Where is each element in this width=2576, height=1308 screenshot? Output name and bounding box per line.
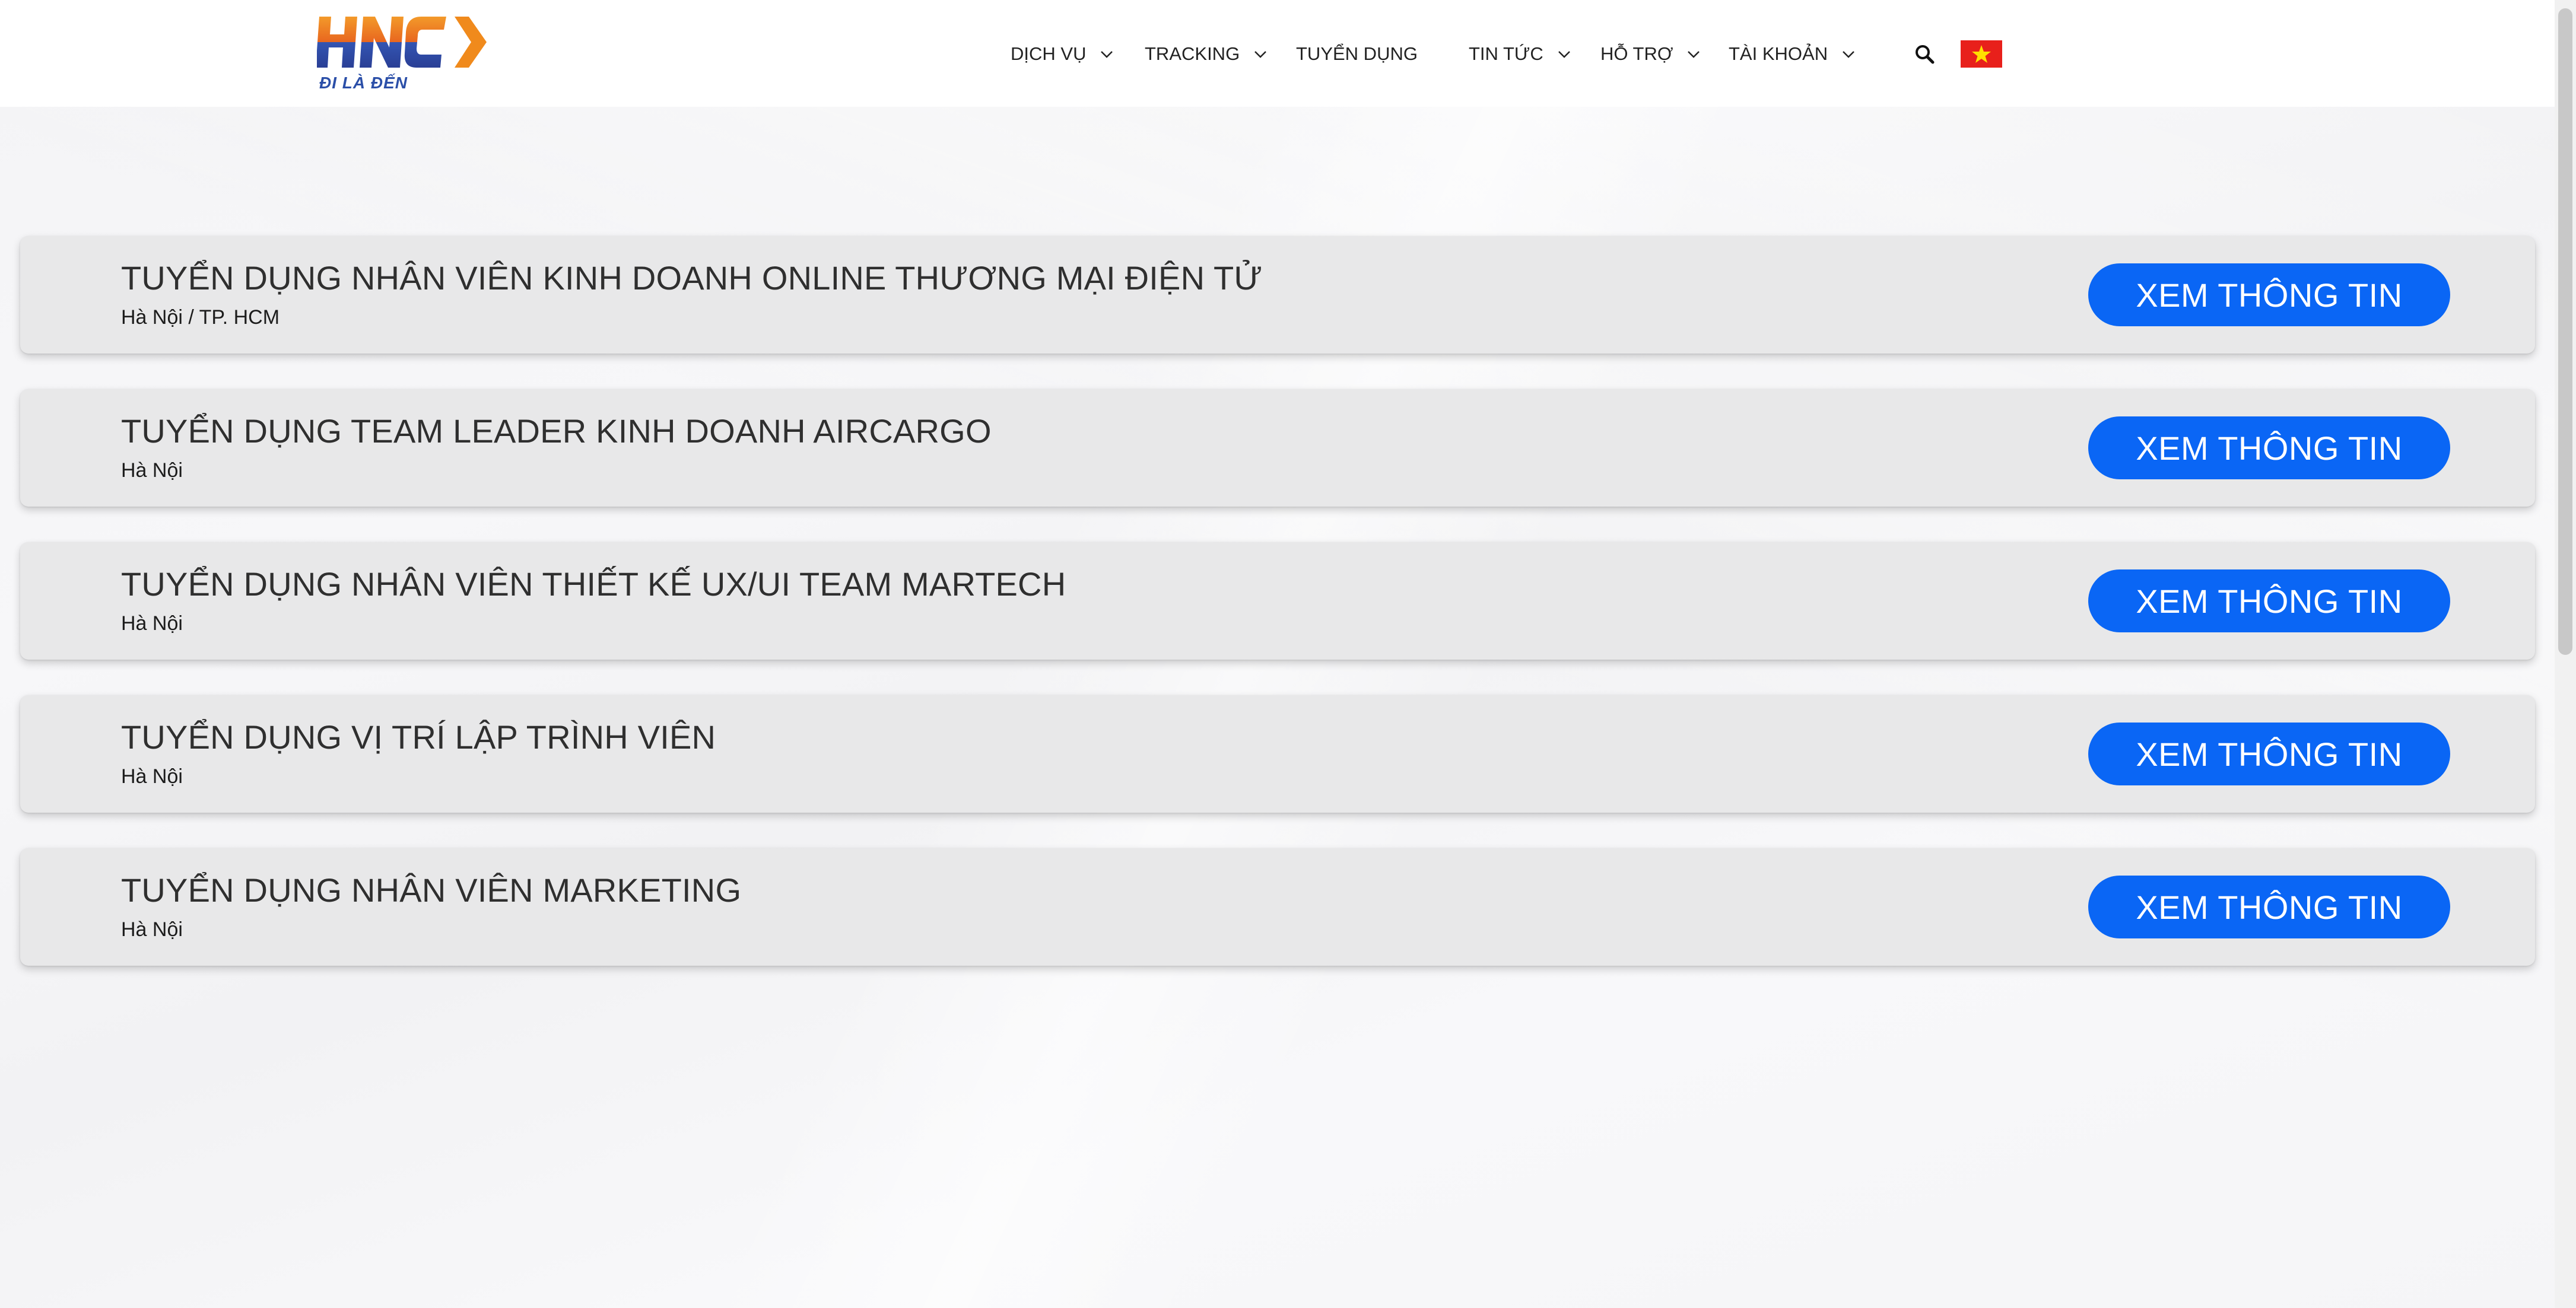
- nav-item-label: TÀI KHOẢN: [1729, 43, 1828, 64]
- search-button[interactable]: [1913, 43, 1936, 65]
- job-card: TUYỂN DỤNG NHÂN VIÊN MARKETING Hà Nội XE…: [20, 848, 2535, 966]
- chevron-down-icon: [1557, 46, 1572, 62]
- site-header: ĐI LÀ ĐẾN DỊCH VỤ TRACKING TUYỂN DỤNG TI…: [0, 0, 2555, 107]
- chevron-down-icon: [1841, 46, 1856, 62]
- job-location: Hà Nội / TP. HCM: [121, 306, 280, 329]
- job-card: TUYỂN DỤNG VỊ TRÍ LẬP TRÌNH VIÊN Hà Nội …: [20, 695, 2535, 813]
- job-location: Hà Nội: [121, 612, 183, 635]
- job-card: TUYỂN DỤNG TEAM LEADER KINH DOANH AIRCAR…: [20, 389, 2535, 507]
- view-job-button[interactable]: XEM THÔNG TIN: [2088, 569, 2450, 632]
- vertical-scrollbar[interactable]: [2555, 0, 2576, 1308]
- job-card: TUYỂN DỤNG NHÂN VIÊN THIẾT KẾ UX/UI TEAM…: [20, 542, 2535, 660]
- chevron-down-icon: [1099, 46, 1114, 62]
- job-location: Hà Nội: [121, 918, 183, 941]
- view-job-button[interactable]: XEM THÔNG TIN: [2088, 876, 2450, 938]
- job-location: Hà Nội: [121, 765, 183, 788]
- job-location: Hà Nội: [121, 459, 183, 482]
- job-title[interactable]: TUYỂN DỤNG NHÂN VIÊN THIẾT KẾ UX/UI TEAM…: [121, 565, 1066, 603]
- view-job-button[interactable]: XEM THÔNG TIN: [2088, 723, 2450, 785]
- nav-item-tin-tuc[interactable]: TIN TỨC: [1469, 39, 1572, 69]
- nav-item-label: DỊCH VỤ: [1011, 43, 1087, 64]
- nav-item-label: TRACKING: [1145, 43, 1240, 64]
- job-title[interactable]: TUYỂN DỤNG NHÂN VIÊN MARKETING: [121, 871, 741, 909]
- nav-item-tuyen-dung[interactable]: TUYỂN DỤNG: [1296, 39, 1418, 69]
- view-job-button[interactable]: XEM THÔNG TIN: [2088, 263, 2450, 326]
- chevron-down-icon: [1253, 46, 1268, 62]
- nav-item-label: TUYỂN DỤNG: [1296, 43, 1418, 64]
- nav-item-tai-khoan[interactable]: TÀI KHOẢN: [1729, 39, 1856, 69]
- nav-item-label: HỖ TRỢ: [1600, 43, 1673, 64]
- nav-item-label: TIN TỨC: [1469, 43, 1543, 64]
- job-title[interactable]: TUYỂN DỤNG NHÂN VIÊN KINH DOANH ONLINE T…: [121, 259, 1262, 297]
- star-icon: [1972, 45, 1991, 63]
- language-switcher-vietnam[interactable]: [1961, 40, 2002, 68]
- job-card: TUYỂN DỤNG NHÂN VIÊN KINH DOANH ONLINE T…: [20, 236, 2535, 354]
- nav-item-ho-tro[interactable]: HỖ TRỢ: [1600, 39, 1701, 69]
- logo-tagline: ĐI LÀ ĐẾN: [319, 74, 408, 92]
- search-icon: [1916, 45, 1935, 64]
- nav-item-tracking[interactable]: TRACKING: [1145, 39, 1268, 69]
- job-title[interactable]: TUYỂN DỤNG VỊ TRÍ LẬP TRÌNH VIÊN: [121, 718, 716, 756]
- nav-item-dich-vu[interactable]: DỊCH VỤ: [1011, 39, 1114, 69]
- scrollbar-thumb[interactable]: [2558, 8, 2572, 655]
- job-list: TUYỂN DỤNG NHÂN VIÊN KINH DOANH ONLINE T…: [20, 236, 2535, 1001]
- job-title[interactable]: TUYỂN DỤNG TEAM LEADER KINH DOANH AIRCAR…: [121, 412, 992, 450]
- chevron-down-icon: [1686, 46, 1701, 62]
- view-job-button[interactable]: XEM THÔNG TIN: [2088, 416, 2450, 479]
